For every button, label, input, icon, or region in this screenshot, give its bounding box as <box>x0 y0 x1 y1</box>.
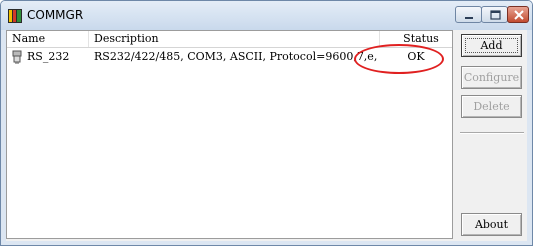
minimize-icon <box>465 17 473 19</box>
title-bar[interactable]: COMMGR <box>1 1 532 30</box>
add-button[interactable]: Add <box>461 34 522 57</box>
button-separator <box>460 132 524 134</box>
window-title: COMMGR <box>27 8 84 22</box>
close-icon <box>514 10 524 20</box>
configure-button[interactable]: Configure <box>461 66 522 89</box>
port-list[interactable]: Name Description Status RS_232 RS232/422… <box>6 30 453 239</box>
serial-port-icon <box>12 50 22 64</box>
row-name: RS_232 <box>27 50 70 63</box>
status-highlight-circle <box>354 44 444 74</box>
column-header-name[interactable]: Name <box>7 31 89 47</box>
client-area: Name Description Status RS_232 RS232/422… <box>6 30 527 241</box>
column-header-description[interactable]: Description <box>89 31 380 47</box>
about-button[interactable]: About <box>461 213 522 236</box>
minimize-button[interactable] <box>455 6 482 23</box>
commgr-app-icon <box>8 9 22 23</box>
row-description: RS232/422/485, COM3, ASCII, Protocol=960… <box>94 50 378 63</box>
table-row[interactable]: RS_232 RS232/422/485, COM3, ASCII, Proto… <box>7 44 452 74</box>
maximize-icon <box>490 10 501 20</box>
commgr-window: COMMGR Name Description Status RS_232 RS… <box>0 0 533 246</box>
close-button[interactable] <box>507 6 529 23</box>
maximize-button[interactable] <box>481 6 508 23</box>
delete-button[interactable]: Delete <box>461 95 522 118</box>
